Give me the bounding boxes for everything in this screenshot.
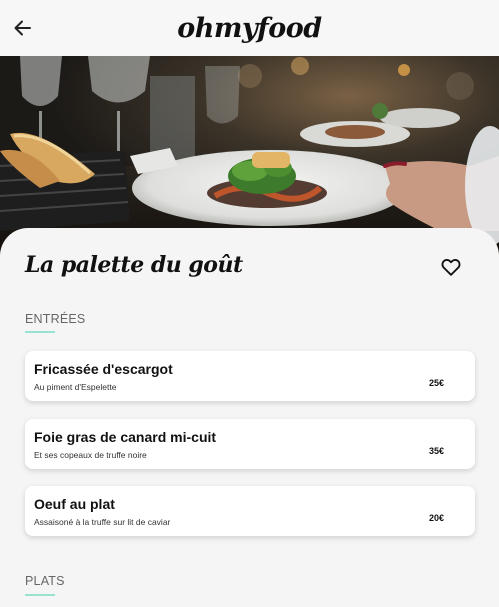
dish-price: 25€ [428, 378, 444, 388]
dish-name: Fricassée d'escargot [34, 361, 173, 377]
section-title-plats: PLATS [25, 574, 65, 588]
dish-description: Et ses copeaux de truffe noire [34, 450, 147, 460]
menu-item-card[interactable]: Foie gras de canard mi-cuit Et ses copea… [25, 419, 475, 469]
menu-item-card[interactable]: Oeuf au plat Assaisoné à la truffe sur l… [25, 486, 475, 536]
section-underline [25, 331, 55, 333]
restaurant-title: La palette du goût [25, 252, 243, 278]
section-title-entrees: ENTRÉES [25, 312, 86, 326]
heart-outline-icon [441, 259, 461, 276]
menu-item-card[interactable]: Fricassée d'escargot Au piment d'Espelet… [25, 351, 475, 401]
brand-logo[interactable]: ohmyfood [0, 13, 499, 44]
restaurant-page: ohmyfood La palette du goût ENTRÉES Fric… [0, 0, 499, 607]
section-underline [25, 594, 55, 596]
dish-name: Oeuf au plat [34, 496, 115, 512]
hero-image [0, 56, 499, 256]
dish-name: Foie gras de canard mi-cuit [34, 429, 217, 445]
dish-description: Assaisoné à la truffe sur lit de caviar [34, 517, 171, 527]
top-header: ohmyfood [0, 0, 499, 56]
menu-content: La palette du goût ENTRÉES Fricassée d'e… [0, 228, 499, 607]
favorite-button[interactable] [440, 256, 462, 278]
dish-description: Au piment d'Espelette [34, 382, 117, 392]
dish-price: 35€ [428, 446, 444, 456]
dish-price: 20€ [428, 513, 444, 523]
